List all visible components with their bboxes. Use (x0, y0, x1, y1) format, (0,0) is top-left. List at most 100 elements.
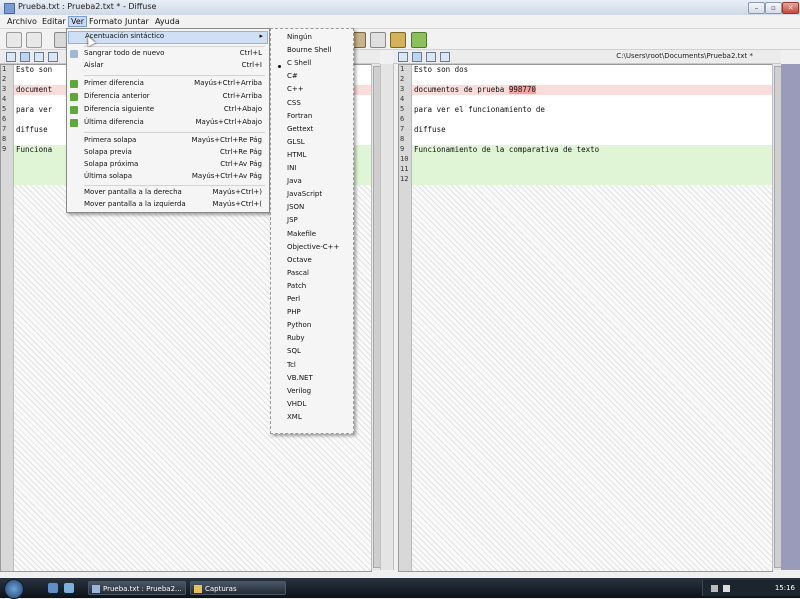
left-scrollbar[interactable] (371, 64, 381, 570)
menu-ver[interactable]: Ver (68, 16, 88, 27)
syntax-item[interactable]: Tcl (287, 361, 296, 372)
menu-item-move-pane-right[interactable]: Mover pantalla a la derecha Mayús+Ctrl+) (84, 188, 266, 199)
menu-item-isolate[interactable]: Aislar Ctrl+I (84, 61, 266, 72)
task-capturas[interactable]: Capturas (190, 581, 286, 595)
open-file-icon[interactable] (398, 52, 408, 62)
syntax-item[interactable]: Ningún (287, 33, 312, 44)
menu-item-last-tab[interactable]: Última solapa Mayús+Ctrl+Av Pág (84, 172, 266, 183)
last-diff-icon (70, 119, 78, 127)
text-line[interactable]: 8 (399, 135, 772, 145)
menu-separator (84, 46, 265, 47)
syntax-item[interactable]: CSS (287, 99, 301, 110)
start-button[interactable] (4, 579, 24, 599)
syntax-item[interactable]: C# (287, 72, 298, 83)
save-as-icon[interactable] (48, 52, 58, 62)
menu-item-last-difference[interactable]: Última diferencia Mayús+Ctrl+Abajo (84, 118, 266, 129)
right-pane-header: C:\Users\root\Documents\Prueba2.txt * (393, 50, 781, 64)
volume-icon[interactable] (723, 585, 730, 592)
menu-item-first-difference[interactable]: Primer diferencia Mayús+Ctrl+Arriba (84, 79, 266, 90)
line-text: para ver el funcionamiento de (414, 105, 545, 114)
menu-item-previous-difference[interactable]: Diferencia anterior Ctrl+Arriba (84, 92, 266, 103)
menu-item-next-difference[interactable]: Diferencia siguiente Ctrl+Abajo (84, 105, 266, 116)
menu-item-reindent[interactable]: Sangrar todo de nuevo Ctrl+L (84, 49, 266, 60)
syntax-item[interactable]: GLSL (287, 138, 305, 149)
menu-item-next-tab[interactable]: Solapa próxima Ctrl+Av Pág (84, 160, 266, 171)
syntax-item[interactable]: JSON (287, 203, 304, 214)
taskbar: Prueba.txt : Prueba2... Capturas 15:16 (0, 578, 800, 599)
text-line[interactable]: 9 Funcionamiento de la comparativa de tex… (399, 145, 772, 155)
line-number: 2 (2, 75, 7, 83)
syntax-item[interactable]: VB.NET (287, 374, 313, 385)
syntax-item[interactable]: Ruby (287, 334, 305, 345)
menu-item-syntax-highlighting[interactable]: Acentuación sintáctico ▸ (68, 31, 268, 44)
text-line[interactable]: 7 diffuse (399, 125, 772, 135)
minimize-button[interactable]: – (748, 2, 765, 14)
text-line[interactable]: 2 (399, 75, 772, 85)
syntax-item[interactable]: Bourne Shell (287, 46, 331, 57)
text-line[interactable]: 4 (399, 95, 772, 105)
right-scrollbar[interactable] (772, 64, 782, 570)
syntax-item[interactable]: SQL (287, 347, 301, 358)
text-line[interactable]: 12 (399, 175, 772, 185)
syntax-item[interactable]: Octave (287, 256, 312, 267)
merge-icon[interactable] (411, 32, 427, 48)
syntax-item[interactable]: Verilog (287, 387, 311, 398)
line-number: 12 (400, 175, 409, 183)
syntax-item[interactable]: Gettext (287, 125, 313, 136)
task-diffuse[interactable]: Prueba.txt : Prueba2... (88, 581, 186, 595)
save-icon[interactable] (34, 52, 44, 62)
syntax-item[interactable]: Python (287, 321, 311, 332)
reload-icon[interactable] (20, 52, 30, 62)
menu-item-move-pane-left[interactable]: Mover pantalla a la izquierda Mayús+Ctrl+… (84, 200, 266, 211)
show-desktop-icon[interactable] (48, 583, 58, 593)
syntax-item[interactable]: JavaScript (287, 190, 322, 201)
syntax-item[interactable]: Fortran (287, 112, 312, 123)
syntax-item[interactable]: Pascal (287, 269, 309, 280)
menu-juntar[interactable]: Juntar (125, 17, 149, 26)
text-line[interactable]: 6 (399, 115, 772, 125)
new-file-icon[interactable] (6, 32, 22, 48)
new-tab-icon[interactable] (26, 32, 42, 48)
syntax-item[interactable]: HTML (287, 151, 306, 162)
syntax-item[interactable]: Java (287, 177, 302, 188)
clock[interactable]: 15:16 (775, 584, 795, 592)
changed-word: 998770 (508, 85, 536, 94)
syntax-item[interactable]: XML (287, 413, 302, 424)
menu-archivo[interactable]: Archivo (7, 17, 37, 26)
previous-diff-icon (70, 93, 78, 101)
syntax-item[interactable]: C Shell (287, 59, 311, 70)
syntax-item[interactable]: C++ (287, 85, 304, 96)
right-text-pane[interactable]: 1 Esto son dos 2 3 documentos de prueba 9987… (398, 64, 773, 572)
syntax-item[interactable]: Patch (287, 282, 306, 293)
open-file-icon[interactable] (6, 52, 16, 62)
menu-editar[interactable]: Editar (42, 17, 66, 26)
maximize-button[interactable]: ▫ (765, 2, 782, 14)
overview-strip (781, 64, 800, 570)
syntax-item[interactable]: Perl (287, 295, 300, 306)
syntax-item[interactable]: VHDL (287, 400, 306, 411)
text-line[interactable]: 11 (399, 165, 772, 175)
line-number: 5 (2, 105, 7, 113)
syntax-item[interactable]: PHP (287, 308, 301, 319)
close-button[interactable]: ✕ (782, 2, 799, 14)
text-line[interactable]: 3 documentos de prueba 998770 (399, 85, 772, 95)
syntax-item[interactable]: Makefile (287, 230, 316, 241)
text-line[interactable]: 10 (399, 155, 772, 165)
line-number: 6 (400, 115, 405, 123)
syntax-item[interactable]: Objective-C++ (287, 243, 339, 254)
menu-ayuda[interactable]: Ayuda (155, 17, 180, 26)
paste-icon[interactable] (390, 32, 406, 48)
network-icon[interactable] (711, 585, 718, 592)
save-as-icon[interactable] (440, 52, 450, 62)
syntax-item[interactable]: INI (287, 164, 296, 175)
copy-icon[interactable] (370, 32, 386, 48)
menu-item-previous-tab[interactable]: Solapa previa Ctrl+Re Pág (84, 148, 266, 159)
save-icon[interactable] (426, 52, 436, 62)
reload-icon[interactable] (412, 52, 422, 62)
switch-windows-icon[interactable] (64, 583, 74, 593)
menu-item-first-tab[interactable]: Primera solapa Mayús+Ctrl+Re Pág (84, 136, 266, 147)
menu-formato[interactable]: Formato (89, 17, 122, 26)
syntax-item[interactable]: JSP (287, 216, 298, 227)
text-line[interactable]: 5 para ver el funcionamiento de (399, 105, 772, 115)
text-line[interactable]: 1 Esto son dos (399, 65, 772, 75)
